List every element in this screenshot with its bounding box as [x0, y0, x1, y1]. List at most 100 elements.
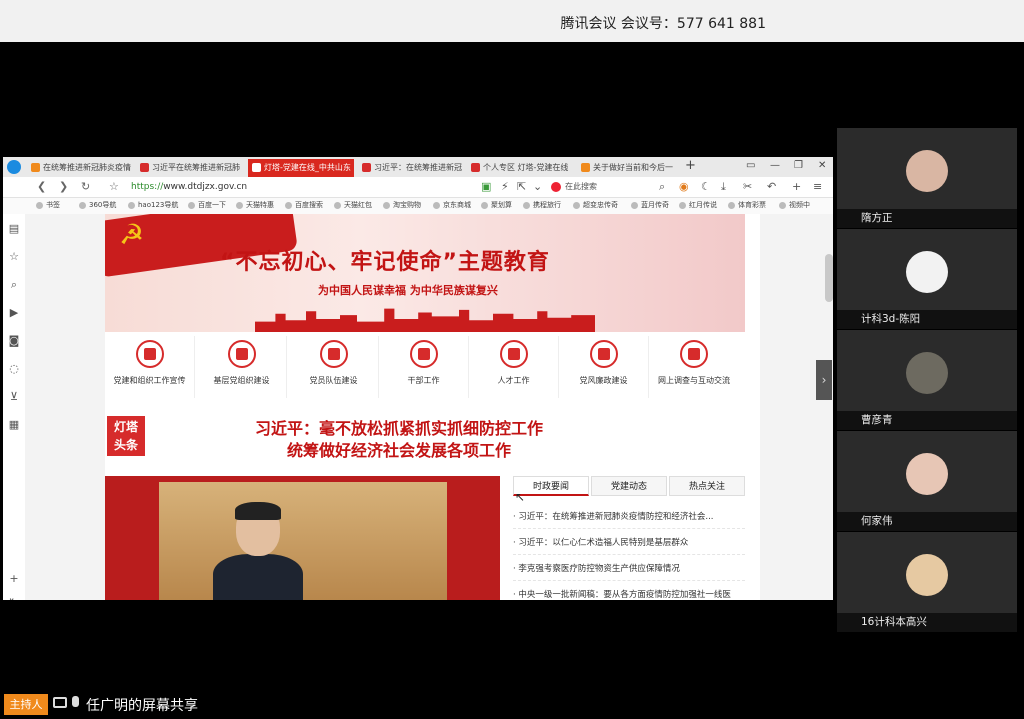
theme-banner: ☭ “不忘初心、牢记使命”主题教育 为中国人民谋幸福 为中华民族谋复兴 [105, 214, 745, 332]
tab-favicon-icon [471, 163, 480, 172]
refresh-icon[interactable]: ↻ [81, 180, 90, 193]
avatar [906, 453, 948, 495]
bookmark-item[interactable]: 聚划算 [481, 200, 512, 210]
notes-icon[interactable]: ▦ [8, 418, 20, 431]
nav-item-integrity[interactable]: 党风廉政建设 [559, 336, 649, 398]
bookmark-item[interactable]: 天猫红包 [334, 200, 372, 210]
add-icon[interactable]: + [8, 572, 20, 585]
collapse-panel-button[interactable]: › [816, 360, 832, 400]
people-icon [319, 340, 348, 368]
search-icon[interactable]: ⌕ [8, 278, 20, 292]
news-panel: 时政要闻 党建动态 热点关注 · 习近平：在统筹推进新冠肺炎疫情防控和经济社会.… [513, 476, 745, 600]
headline-link[interactable]: 习近平：毫不放松抓紧抓实抓细防控工作 统筹做好经济社会发展各项工作 [255, 418, 543, 462]
collapse-rail-icon[interactable]: ⇤ [8, 594, 20, 600]
night-mode-icon[interactable]: ☾ [701, 180, 711, 193]
avatar [906, 352, 948, 394]
page-scrollbar[interactable] [825, 254, 833, 302]
scissors-icon[interactable]: ✂ [743, 180, 752, 193]
game-icon[interactable]: ◉ [679, 180, 689, 193]
nav-item-cadres[interactable]: 干部工作 [379, 336, 469, 398]
bookmark-item[interactable]: 超变忠传奇 [573, 200, 618, 210]
bookmarks-bar: 书签 360导航 hao123导航 百度一下 天猫特惠 百度搜索 天猫红包 淘宝… [3, 198, 833, 215]
reader-icon[interactable]: ▣ [481, 180, 491, 193]
new-tab-icon[interactable]: + [685, 158, 696, 173]
browser-tab-active[interactable]: 灯塔-党建在线_中共山东 [248, 159, 354, 177]
bookmark-item[interactable]: 百度一下 [188, 200, 226, 210]
dropdown-icon[interactable]: ⌄ [533, 180, 542, 193]
news-item[interactable]: · 习近平：在统筹推进新冠肺炎疫情防控和经济社会... [513, 506, 745, 529]
bookmark-item[interactable]: 红月传说 [679, 200, 717, 210]
bookmark-item[interactable]: 蓝月传奇 [631, 200, 669, 210]
tab-hot-topics[interactable]: 热点关注 [669, 476, 745, 496]
bookmark-item[interactable]: hao123导航 [128, 200, 178, 210]
minimize-icon[interactable]: — [770, 160, 780, 171]
lightning-icon[interactable]: ⚡ [501, 180, 509, 193]
tab-favicon-icon [31, 163, 40, 172]
plus-icon[interactable]: + [792, 180, 801, 193]
browser-tab[interactable]: 习近平在统筹推进新冠肺 [136, 159, 244, 177]
browser-logo-icon [7, 160, 21, 174]
bookmark-item[interactable]: 书签 [36, 200, 60, 210]
news-item[interactable]: · 中央一级一批新闻稿：要从各方面疫情防控加强社一线医 [513, 584, 745, 600]
participant-tile[interactable]: 曹彦青 [837, 330, 1017, 430]
nav-item-survey[interactable]: 网上调查与互动交流 [649, 336, 739, 398]
restore-icon[interactable]: ❐ [794, 160, 803, 171]
bookmark-item[interactable]: 携程旅行 [523, 200, 561, 210]
cart-icon[interactable]: ⊻ [8, 390, 20, 403]
bookmark-item[interactable]: 天猫特惠 [236, 200, 274, 210]
browser-tab[interactable]: 在统筹推进新冠肺炎疫情 [27, 159, 131, 177]
share-icon[interactable]: ⇱ [517, 180, 526, 193]
bookmark-item[interactable]: 百度搜索 [285, 200, 323, 210]
participant-tile[interactable]: 计科3d-陈阳 [837, 229, 1017, 329]
download-icon[interactable]: ⤓ [721, 180, 726, 194]
search-icon[interactable]: ⌕ [659, 180, 665, 194]
tab-party-news[interactable]: 党建动态 [591, 476, 667, 496]
screen-share-label: 任广明的屏幕共享 [86, 698, 198, 714]
undo-icon[interactable]: ↶ [767, 180, 776, 193]
shared-browser-window: 在统筹推进新冠肺炎疫情 习近平在统筹推进新冠肺 灯塔-党建在线_中共山东 习近平… [3, 157, 833, 600]
tab-favicon-icon [581, 163, 590, 172]
screen-share-icon [53, 697, 67, 708]
participant-name: 何家伟 [837, 512, 1017, 531]
chat-icon[interactable]: ◌ [8, 362, 20, 375]
headline-photo[interactable] [105, 476, 500, 600]
news-icon[interactable]: ▤ [8, 222, 20, 235]
nav-item-party-building-promotion[interactable]: 党建和组织工作宣传 [105, 336, 195, 398]
participant-list: 隋方正 计科3d-陈阳 曹彦青 何家伟 16计科本高兴 [837, 128, 1017, 632]
speaker-figure [213, 502, 303, 600]
participant-tile[interactable]: 隋方正 [837, 128, 1017, 228]
bookmark-item[interactable]: 视频中 [779, 200, 810, 210]
tab-favicon-icon [362, 163, 371, 172]
participant-tile[interactable]: 16计科本高兴 [837, 532, 1017, 632]
video-icon[interactable]: ▶ [8, 306, 20, 319]
browser-tab[interactable]: 关于做好当前和今后一 [577, 159, 677, 177]
bookmark-item[interactable]: 京东商城 [433, 200, 471, 210]
nav-item-party-members[interactable]: 党员队伍建设 [289, 336, 379, 398]
browser-tab[interactable]: 个人专区 灯塔-党建在线 [467, 159, 573, 177]
favorites-icon[interactable]: ☆ [8, 250, 20, 263]
avatar [906, 150, 948, 192]
bookmark-item[interactable]: 体育彩票 [728, 200, 766, 210]
skin-icon[interactable]: ▭ [746, 160, 755, 171]
address-bar: ❮ ❯ ↻ ☆ https://www.dtdjzx.gov.cn ▣ ⚡ ⇱ … [3, 177, 833, 198]
nav-item-talent[interactable]: 人才工作 [469, 336, 559, 398]
news-item[interactable]: · 李克强考察医疗防控物资生产供应保障情况 [513, 558, 745, 581]
bookmark-item[interactable]: 360导航 [79, 200, 116, 210]
mountain-icon [227, 340, 256, 368]
page-content: ☭ “不忘初心、牢记使命”主题教育 为中国人民谋幸福 为中华民族谋复兴 党建和组… [105, 214, 760, 600]
bookmark-item[interactable]: 淘宝购物 [383, 200, 421, 210]
back-icon[interactable]: ❮ [37, 180, 46, 193]
forward-icon[interactable]: ❯ [59, 180, 68, 193]
browser-tab[interactable]: 习近平：在统筹推进新冠 [358, 159, 462, 177]
weibo-icon[interactable]: ◙ [8, 334, 20, 347]
document-icon [680, 340, 708, 368]
url-field[interactable]: https://www.dtdjzx.gov.cn [131, 182, 247, 192]
city-skyline-decoration [255, 308, 595, 332]
news-item[interactable]: · 习近平：以仁心仁术造福人民特别是基层群众 [513, 532, 745, 555]
search-input[interactable]: 在此搜索 [551, 180, 671, 194]
favorite-star-icon[interactable]: ☆ [109, 180, 119, 193]
nav-item-grassroots[interactable]: 基层党组织建设 [197, 336, 287, 398]
participant-tile[interactable]: 何家伟 [837, 431, 1017, 531]
menu-icon[interactable]: ≡ [813, 180, 822, 193]
close-icon[interactable]: ✕ [818, 160, 826, 171]
